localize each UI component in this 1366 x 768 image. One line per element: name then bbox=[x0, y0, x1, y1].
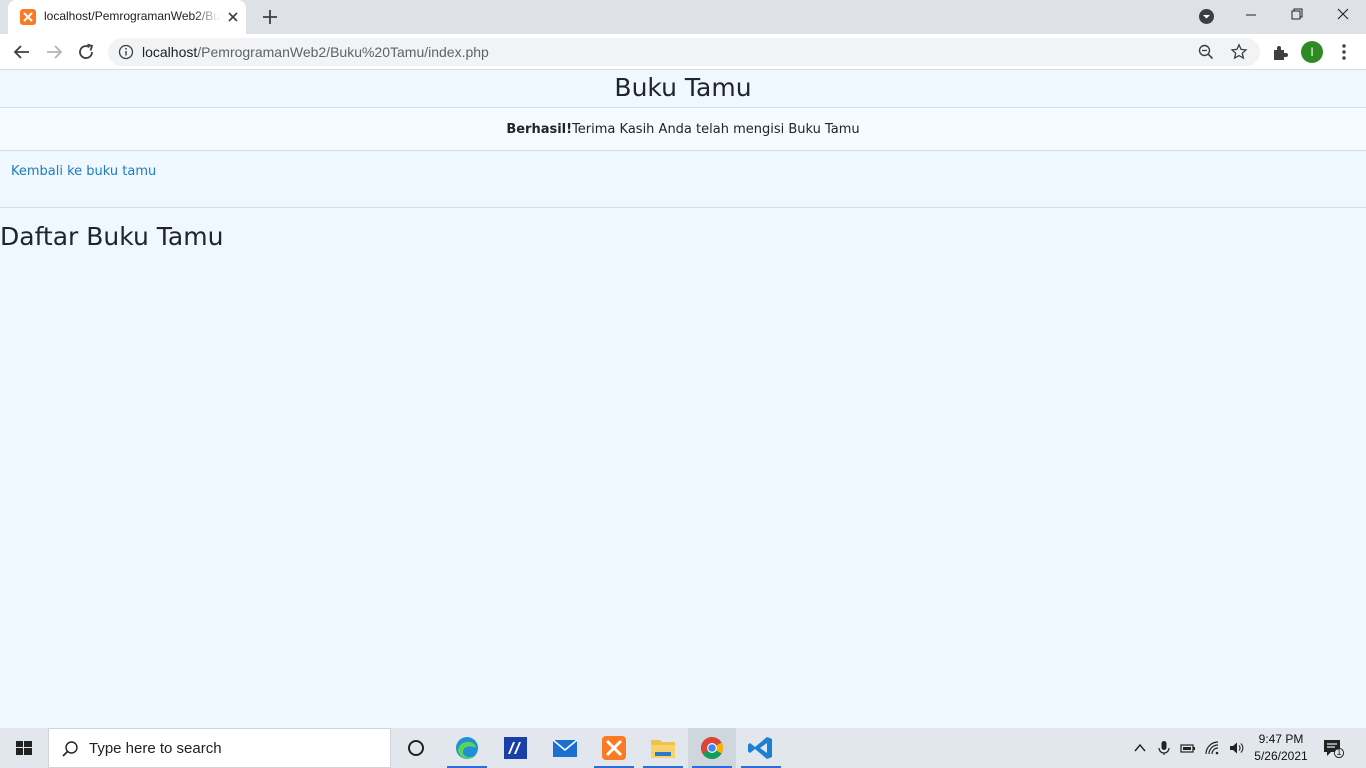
profile-avatar[interactable]: I bbox=[1301, 41, 1323, 63]
system-clock[interactable]: 9:47 PM 5/26/2021 bbox=[1250, 731, 1312, 765]
xampp-favicon-icon bbox=[20, 9, 36, 25]
browser-tab-bar: localhost/PemrogramanWeb2/Buku%20Tamu/in… bbox=[0, 0, 1366, 34]
vscode-icon bbox=[748, 737, 772, 759]
cortana-icon[interactable] bbox=[392, 728, 440, 768]
taskbar-edge[interactable] bbox=[443, 728, 491, 768]
page-content: Buku Tamu Berhasil!Terima Kasih Anda tel… bbox=[0, 71, 1366, 728]
alert-message: Terima Kasih Anda telah mengisi Buku Tam… bbox=[572, 122, 860, 137]
taskbar-file-explorer[interactable] bbox=[639, 728, 687, 768]
chevron-up-icon[interactable] bbox=[1132, 740, 1148, 756]
taskbar-vscode[interactable] bbox=[737, 728, 785, 768]
xampp-icon bbox=[602, 736, 626, 760]
page-title: Buku Tamu bbox=[0, 71, 1366, 108]
wifi-icon[interactable] bbox=[1204, 740, 1220, 756]
back-to-guestbook-link[interactable]: Kembali ke buku tamu bbox=[11, 164, 156, 179]
windows-taskbar: Type here to search 9:47 PM 5/26/2021 1 bbox=[0, 728, 1366, 768]
extensions-puzzle-icon[interactable] bbox=[1270, 42, 1290, 62]
divider bbox=[0, 207, 1366, 208]
windows-start-icon[interactable] bbox=[0, 728, 48, 768]
zoom-icon[interactable] bbox=[1198, 44, 1214, 60]
url-text[interactable]: localhost/PemrogramanWeb2/Buku%20Tamu/in… bbox=[142, 44, 489, 60]
mail-icon bbox=[552, 739, 578, 757]
browser-toolbar: localhost/PemrogramanWeb2/Buku%20Tamu/in… bbox=[0, 34, 1366, 70]
site-info-icon[interactable] bbox=[118, 44, 134, 60]
volume-icon[interactable] bbox=[1228, 740, 1244, 756]
taskbar-search-box[interactable]: Type here to search bbox=[48, 728, 391, 768]
browser-tab[interactable]: localhost/PemrogramanWeb2/Buku%20Tamu/in… bbox=[8, 0, 246, 34]
ide-app-icon bbox=[504, 737, 527, 759]
tab-search-icon[interactable] bbox=[1198, 8, 1215, 25]
restore-window-icon[interactable] bbox=[1274, 0, 1320, 32]
chrome-icon bbox=[701, 737, 723, 759]
more-menu-icon[interactable] bbox=[1336, 42, 1352, 62]
bookmark-star-icon[interactable] bbox=[1230, 43, 1248, 61]
clock-time: 9:47 PM bbox=[1258, 732, 1304, 746]
taskbar-chrome[interactable] bbox=[688, 728, 736, 768]
back-arrow-icon[interactable] bbox=[11, 41, 33, 63]
forward-arrow-icon[interactable] bbox=[43, 41, 65, 63]
battery-icon[interactable] bbox=[1180, 740, 1196, 756]
microphone-icon[interactable] bbox=[1156, 740, 1172, 756]
edge-browser-icon bbox=[456, 737, 478, 759]
tab-title: localhost/PemrogramanWeb2/Buku%20Tamu/in… bbox=[44, 9, 220, 23]
alert-strong: Berhasil! bbox=[506, 122, 573, 137]
url-path: /PemrogramanWeb2/Buku%20Tamu/index.php bbox=[197, 44, 489, 60]
clock-date: 5/26/2021 bbox=[1254, 749, 1308, 763]
new-tab-icon[interactable] bbox=[260, 7, 280, 27]
search-placeholder: Type here to search bbox=[89, 740, 222, 757]
taskbar-app-blue[interactable] bbox=[492, 728, 540, 768]
close-window-icon[interactable] bbox=[1320, 0, 1366, 32]
notification-count: 1 bbox=[1336, 747, 1342, 757]
close-tab-icon[interactable] bbox=[226, 10, 240, 24]
section-title: Daftar Buku Tamu bbox=[0, 222, 224, 251]
minimize-window-icon[interactable] bbox=[1228, 0, 1274, 32]
taskbar-xampp[interactable] bbox=[590, 728, 638, 768]
taskbar-mail[interactable] bbox=[541, 728, 589, 768]
notification-center[interactable]: 1 bbox=[1322, 738, 1345, 759]
reload-icon[interactable] bbox=[75, 41, 97, 63]
url-host: localhost bbox=[142, 44, 198, 60]
address-bar[interactable]: localhost/PemrogramanWeb2/Buku%20Tamu/in… bbox=[108, 38, 1260, 66]
folder-icon bbox=[651, 740, 675, 758]
search-icon bbox=[62, 741, 78, 757]
success-alert: Berhasil!Terima Kasih Anda telah mengisi… bbox=[0, 108, 1366, 151]
